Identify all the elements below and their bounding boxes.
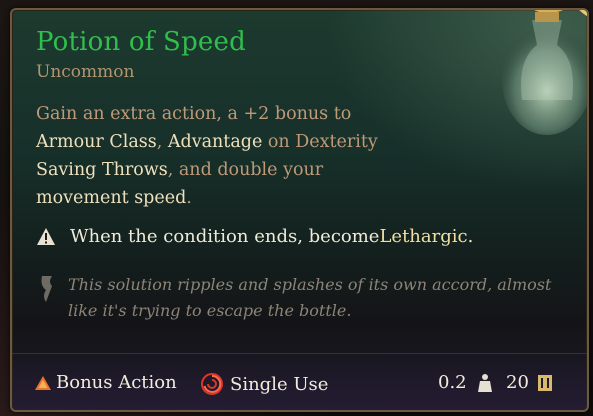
lethargic-keyword[interactable]: Lethargic — [379, 226, 467, 247]
tooltip-background: Potion of Speed Uncommon Gain an extra a… — [0, 0, 593, 416]
condition-warning: When the condition ends, become Lethargi… — [36, 226, 473, 247]
weight-value: 0.2 — [438, 372, 467, 393]
description-text: on Dexterity — [262, 132, 378, 152]
item-rarity: Uncommon — [36, 62, 135, 82]
warning-text: When the condition ends, become — [70, 226, 380, 247]
item-description: Gain an extra action, a +2 bonus to Armo… — [36, 100, 396, 212]
item-footer: Bonus Action Single Use 0.2 20 — [12, 353, 587, 410]
description-text: Gain an extra action, a +2 bonus to — [36, 104, 352, 124]
use-type[interactable]: Single Use — [200, 372, 328, 396]
item-value: 20 — [506, 372, 557, 393]
value-amount: 20 — [506, 372, 529, 393]
weight-icon — [477, 373, 492, 392]
spiral-icon — [201, 373, 223, 395]
potion-icon — [502, 10, 587, 135]
advantage-keyword[interactable]: Advantage — [168, 132, 262, 152]
saving-throws-keyword[interactable]: Saving Throws — [36, 160, 168, 180]
warning-icon — [37, 227, 55, 245]
use-type-label: Single Use — [230, 373, 329, 395]
triangle-icon — [35, 375, 51, 390]
item-tooltip: Potion of Speed Uncommon Gain an extra a… — [10, 8, 589, 412]
action-type-label: Bonus Action — [56, 372, 177, 393]
item-name: Potion of Speed — [36, 27, 246, 57]
description-text: . — [186, 188, 192, 208]
flavor-text: This solution ripples and splashes of it… — [68, 275, 552, 320]
coin-icon — [537, 374, 552, 391]
description-text: , and double your — [167, 160, 324, 180]
armour-class-keyword[interactable]: Armour Class — [36, 132, 157, 152]
warning-text-end: . — [467, 226, 474, 247]
scroll-icon — [41, 276, 52, 302]
action-type[interactable]: Bonus Action — [34, 372, 177, 393]
description-text: , — [156, 132, 168, 152]
movement-speed-keyword[interactable]: movement speed — [36, 188, 186, 208]
item-weight: 0.2 — [438, 372, 497, 393]
flavor-text-row: This solution ripples and splashes of it… — [36, 272, 566, 324]
